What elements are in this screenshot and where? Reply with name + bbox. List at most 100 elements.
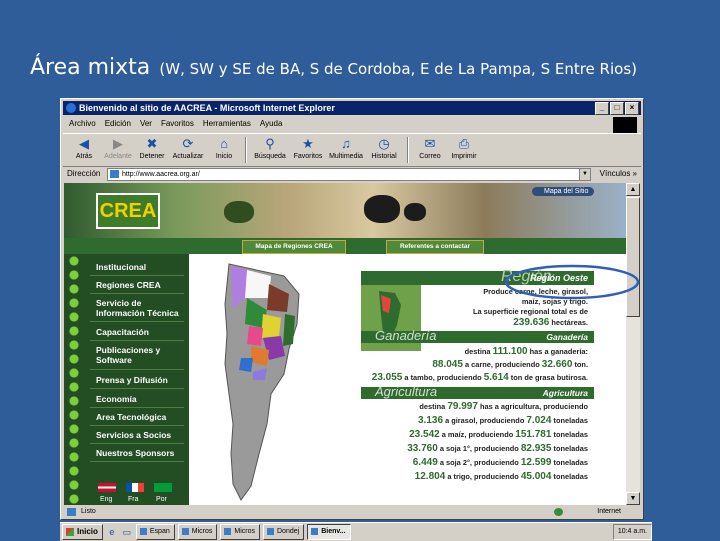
vertical-scrollbar[interactable]: ▲ ▼ (626, 183, 640, 505)
slide-title-main: Área mixta (30, 55, 151, 80)
sidebar-item-publicaciones[interactable]: Publicaciones y Software (96, 345, 172, 365)
close-button[interactable]: × (625, 102, 639, 115)
stop-button[interactable]: ✖ Detener (135, 136, 169, 160)
sidebar-item-economia[interactable]: Economía (96, 394, 137, 404)
menu-herramientas[interactable]: Herramientas (203, 117, 251, 131)
menu-favoritos[interactable]: Favoritos (161, 117, 194, 131)
status-bar: Listo Internet (63, 506, 641, 518)
system-tray-clock: 10:4 a.m. (612, 524, 652, 540)
crea-logo[interactable]: CREA (96, 193, 160, 229)
lang-eng[interactable]: Eng (100, 496, 112, 503)
page-status-icon (67, 508, 76, 516)
window-titlebar[interactable]: Bienvenido al sitio de AACREA - Microsof… (63, 101, 641, 115)
region-total-area-line: 239.636 hectáreas. (513, 317, 588, 328)
scroll-up-button[interactable]: ▲ (626, 183, 640, 196)
standard-toolbar: ◀ Atrás ▶ Adelante ✖ Detener ⟳ Actualizar ⌂ I… (63, 133, 641, 167)
ie-logo-icon (66, 103, 76, 113)
ganaderia-carne-line: 88.045 a carne, produciendo 32.660 ton. (432, 359, 588, 370)
lang-por[interactable]: Por (156, 496, 167, 503)
region-intro-2: maíz, sojas y trigo. (521, 297, 588, 306)
forward-button[interactable]: ▶ Adelante (101, 136, 135, 160)
media-button[interactable]: ♫ Multimedia (327, 136, 365, 160)
sidebar-item-regiones[interactable]: Regiones CREA (96, 280, 161, 290)
sidebar-item-capacitacion[interactable]: Capacitación (96, 327, 149, 337)
site-sidebar: Institucional Regiones CREA Servicio de … (64, 254, 189, 505)
search-button[interactable]: ⚲ Búsqueda (251, 136, 289, 160)
windows-logo-throbber (613, 117, 637, 133)
region-intro-3: La superficie regional total es de (473, 307, 588, 316)
lang-fra[interactable]: Fra (128, 496, 139, 503)
back-arrow-icon: ◀ (79, 136, 89, 151)
mail-button[interactable]: ✉ Correo (413, 136, 447, 160)
back-button[interactable]: ◀ Atrás (67, 136, 101, 160)
history-button[interactable]: ◷ Historial (365, 136, 403, 160)
browser-window: Bienvenido al sitio de AACREA - Microsof… (60, 98, 644, 520)
menu-ayuda[interactable]: Ayuda (260, 117, 283, 131)
sidebar-item-sponsors[interactable]: Nuestros Sponsors (96, 448, 174, 458)
sidebar-item-servicios-socios[interactable]: Servicios a Socios (96, 430, 171, 440)
taskbar: Inicio e ▭ Espan Micros Micros Dondej Bi… (60, 522, 652, 541)
maximize-button[interactable]: □ (610, 102, 624, 115)
region-title: Región Oeste (529, 273, 588, 283)
agricultura-row: 33.760 a soja 1°, produciendo 82.935 ton… (407, 443, 588, 454)
flag-uk-icon[interactable] (98, 483, 116, 492)
status-zone: Internet (597, 508, 621, 515)
toolbar-separator (407, 137, 409, 163)
menu-archivo[interactable]: Archivo (69, 117, 96, 131)
quicklaunch-desktop-icon[interactable]: ▭ (121, 526, 133, 538)
address-bar: Dirección http://www.aacrea.org.ar/ ▼ Ví… (63, 167, 641, 181)
site-banner: CREA Mapa del Sitio (64, 183, 626, 238)
links-button[interactable]: Vínculos » (600, 167, 637, 181)
quicklaunch-ie-icon[interactable]: e (106, 526, 118, 538)
address-dropdown-button[interactable]: ▼ (579, 168, 591, 181)
nav-contacts[interactable]: Referentes a contactar (386, 240, 484, 254)
web-content: CREA Mapa del Sitio Mapa de Regiones CRE… (64, 183, 626, 505)
agricultura-ghost: Agricultura (375, 384, 438, 399)
minimize-button[interactable]: _ (595, 102, 609, 115)
region-info-panel: Región Región Oeste Produce carne, leche… (361, 268, 594, 505)
nav-map-regions[interactable]: Mapa de Regiones CREA (242, 240, 346, 254)
ganaderia-ghost: Ganadería (375, 328, 437, 343)
argentina-map[interactable] (189, 254, 361, 505)
region-header: Región Región Oeste (361, 268, 594, 285)
refresh-button[interactable]: ⟳ Actualizar (169, 136, 207, 160)
task-button-active[interactable]: Bienv... (307, 524, 351, 540)
toolbar-separator (245, 137, 247, 163)
sidebar-item-area-tecnologica[interactable]: Area Tecnológica (96, 412, 166, 422)
status-text: Listo (81, 508, 96, 515)
sidebar-item-prensa[interactable]: Prensa y Difusión (96, 375, 168, 385)
sidebar-item-servicio-info[interactable]: Servicio de Información Técnica (96, 298, 188, 318)
menu-ver[interactable]: Ver (140, 117, 152, 131)
scroll-down-button[interactable]: ▼ (626, 492, 640, 505)
language-flags (98, 483, 172, 492)
media-icon: ♫ (341, 136, 351, 151)
start-button[interactable]: Inicio (62, 524, 103, 540)
mail-icon: ✉ (424, 136, 436, 151)
ganaderia-header: Ganadería Ganadería (361, 328, 594, 343)
scroll-thumb[interactable] (626, 197, 640, 317)
print-button[interactable]: ⎙ Imprimir (447, 136, 481, 160)
agricultura-header: Agricultura Agricultura (361, 384, 594, 399)
address-input[interactable]: http://www.aacrea.org.ar/ (107, 168, 581, 181)
menu-bar: Archivo Edición Ver Favoritos Herramient… (63, 117, 641, 131)
task-button[interactable]: Dondej (263, 524, 305, 540)
flag-brazil-icon[interactable] (154, 483, 172, 492)
favorites-button[interactable]: ★ Favoritos (289, 136, 327, 160)
sidebar-beads (67, 254, 81, 505)
agricultura-row: 3.136 a girasol, produciendo 7.024 tonel… (417, 415, 588, 426)
task-button[interactable]: Micros (177, 524, 218, 540)
ganaderia-total-line: destina 111.100 has a ganadería: (464, 346, 588, 357)
task-button[interactable]: Espan (135, 524, 175, 540)
agricultura-row: 23.542 a maíz, produciendo 151.781 tonel… (409, 429, 588, 440)
agricultura-total-line: destina 79.997 has a agricultura, produc… (419, 401, 588, 412)
home-button[interactable]: ⌂ Inicio (207, 136, 241, 160)
regions-map[interactable] (189, 254, 361, 505)
map-site-link[interactable]: Mapa del Sitio (532, 187, 595, 196)
menu-edicion[interactable]: Edición (105, 117, 131, 131)
task-button[interactable]: Micros (220, 524, 260, 540)
sidebar-item-institucional[interactable]: Institucional (96, 262, 146, 272)
stop-icon: ✖ (146, 136, 158, 151)
forward-arrow-icon: ▶ (113, 136, 123, 151)
address-value: http://www.aacrea.org.ar/ (122, 171, 200, 178)
flag-france-icon[interactable] (126, 483, 144, 492)
